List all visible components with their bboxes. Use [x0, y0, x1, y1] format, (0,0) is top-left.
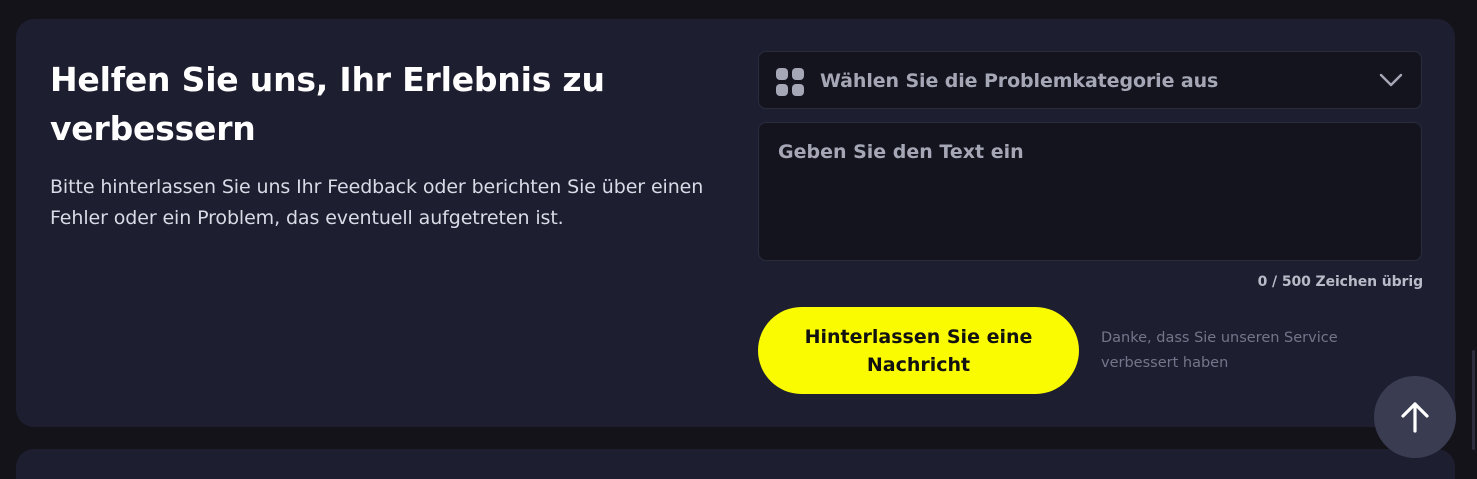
next-section-card [16, 449, 1455, 479]
arrow-up-icon [1401, 402, 1429, 433]
feedback-description: Bitte hinterlassen Sie uns Ihr Feedback … [50, 176, 704, 229]
feedback-intro: Helfen Sie uns, Ihr Erlebnis zu verbesse… [50, 55, 730, 234]
character-counter: 0 / 500 Zeichen übrig [1257, 274, 1423, 290]
thanks-text: Danke, dass Sie unseren Service verbesse… [1101, 330, 1338, 371]
grid-icon [776, 68, 804, 96]
submit-feedback-button[interactable]: Hinterlassen Sie eine Nachricht [758, 307, 1079, 394]
feedback-card: Helfen Sie uns, Ihr Erlebnis zu verbesse… [16, 19, 1455, 427]
category-select-placeholder: Wählen Sie die Problemkategorie aus [820, 70, 1219, 92]
scroll-to-top-button[interactable] [1374, 376, 1456, 458]
page-scrollbar[interactable] [1472, 350, 1475, 450]
feedback-title: Helfen Sie uns, Ihr Erlebnis zu verbesse… [50, 60, 605, 148]
feedback-text-input[interactable] [758, 122, 1422, 261]
chevron-down-icon [1379, 73, 1403, 87]
category-select[interactable]: Wählen Sie die Problemkategorie aus [758, 51, 1422, 109]
